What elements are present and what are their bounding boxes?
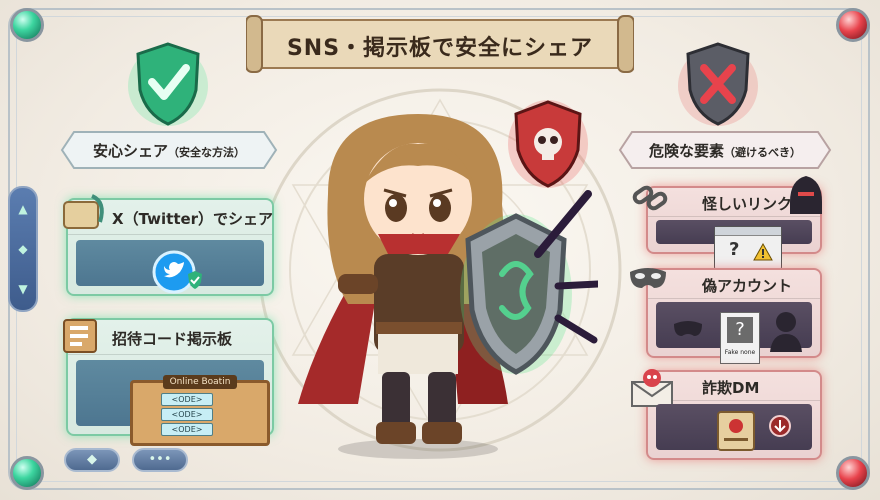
- skull-shield-icon: [508, 100, 588, 188]
- green-gem-icon: [10, 456, 44, 490]
- small-check-shield-icon: [188, 271, 202, 289]
- danger-card-link[interactable]: 怪しいリンク ?: [632, 176, 822, 270]
- code-slot: <ODE>: [161, 423, 213, 436]
- broken-link-icon: [632, 185, 668, 211]
- danger-card-label: 偽アカウント: [702, 277, 793, 295]
- red-gem-icon: [836, 456, 870, 490]
- danger-heading-sub: （避けるべき）: [724, 146, 801, 159]
- suspicious-browser: ?: [714, 226, 782, 270]
- nav-pill-left[interactable]: ◆: [64, 448, 120, 472]
- small-mask-icon: [674, 321, 702, 336]
- red-gem-icon: [836, 8, 870, 42]
- danger-card-scam-dm[interactable]: 詐欺DM: [631, 369, 822, 460]
- check-shield-icon: [128, 42, 208, 126]
- safe-heading-sub: （安全な方法）: [168, 146, 245, 159]
- code-slot: <ODE>: [161, 408, 213, 421]
- x-shield-icon: [678, 42, 758, 126]
- safe-heading: 安心シェア（安全な方法）: [54, 130, 284, 170]
- fake-id-caption: Fake none: [724, 349, 756, 356]
- shadow-person-icon: [770, 312, 802, 352]
- fake-id-glyph: ?: [727, 317, 753, 343]
- bulletin-board-icon: [63, 319, 97, 353]
- danger-card-label: 怪しいリンク: [702, 195, 793, 213]
- page-title: SNS・掲示板で安全にシェア: [286, 36, 594, 61]
- mask-icon: [630, 268, 666, 288]
- scroll-middle-gem[interactable]: ◆: [14, 240, 32, 258]
- download-threat-icon: [769, 415, 791, 437]
- scroll-down-button[interactable]: ▼: [14, 280, 32, 298]
- side-scroll-nav[interactable]: ▲ ◆ ▼: [8, 186, 38, 312]
- danger-heading: 危険な要素（避けるべき）: [612, 130, 838, 170]
- safe-card-board[interactable]: 招待コード掲示板 Online Boatin <ODE> <ODE> <ODE>: [63, 318, 274, 446]
- scroll-quill-icon: [63, 194, 104, 229]
- nav-pill-right[interactable]: •••: [132, 448, 188, 472]
- infographic-canvas: SNS・掲示板で安全にシェア 安心シェア（安全な方法） 危険な要素（避けるべき）…: [0, 0, 880, 500]
- safe-card-label: 招待コード掲示板: [112, 330, 233, 348]
- green-gem-icon: [10, 8, 44, 42]
- browser-question: ?: [729, 239, 740, 260]
- online-board: Online Boatin <ODE> <ODE> <ODE>: [130, 375, 270, 446]
- danger-card-fake-account[interactable]: 偽アカウント ? Fake none: [630, 268, 822, 364]
- code-slot: <ODE>: [161, 393, 213, 406]
- safe-heading-text: 安心シェア: [92, 142, 168, 160]
- safe-card-twitter[interactable]: X（Twitter）でシェア: [63, 194, 274, 296]
- danger-card-label: 詐欺DM: [702, 379, 760, 397]
- danger-heading-text: 危険な要素: [648, 142, 724, 160]
- hooded-figure-icon: [790, 176, 822, 214]
- scroll-up-button[interactable]: ▲: [14, 200, 32, 218]
- board-title: Online Boatin: [163, 375, 237, 389]
- scam-scroll-icon: [717, 411, 755, 451]
- safe-card-label: X（Twitter）でシェア: [112, 210, 274, 228]
- fake-id-card: ? Fake none: [720, 312, 760, 364]
- warning-icon: [753, 243, 773, 261]
- skull-envelope-icon: [631, 369, 673, 407]
- title-banner: SNS・掲示板で安全にシェア: [246, 12, 634, 76]
